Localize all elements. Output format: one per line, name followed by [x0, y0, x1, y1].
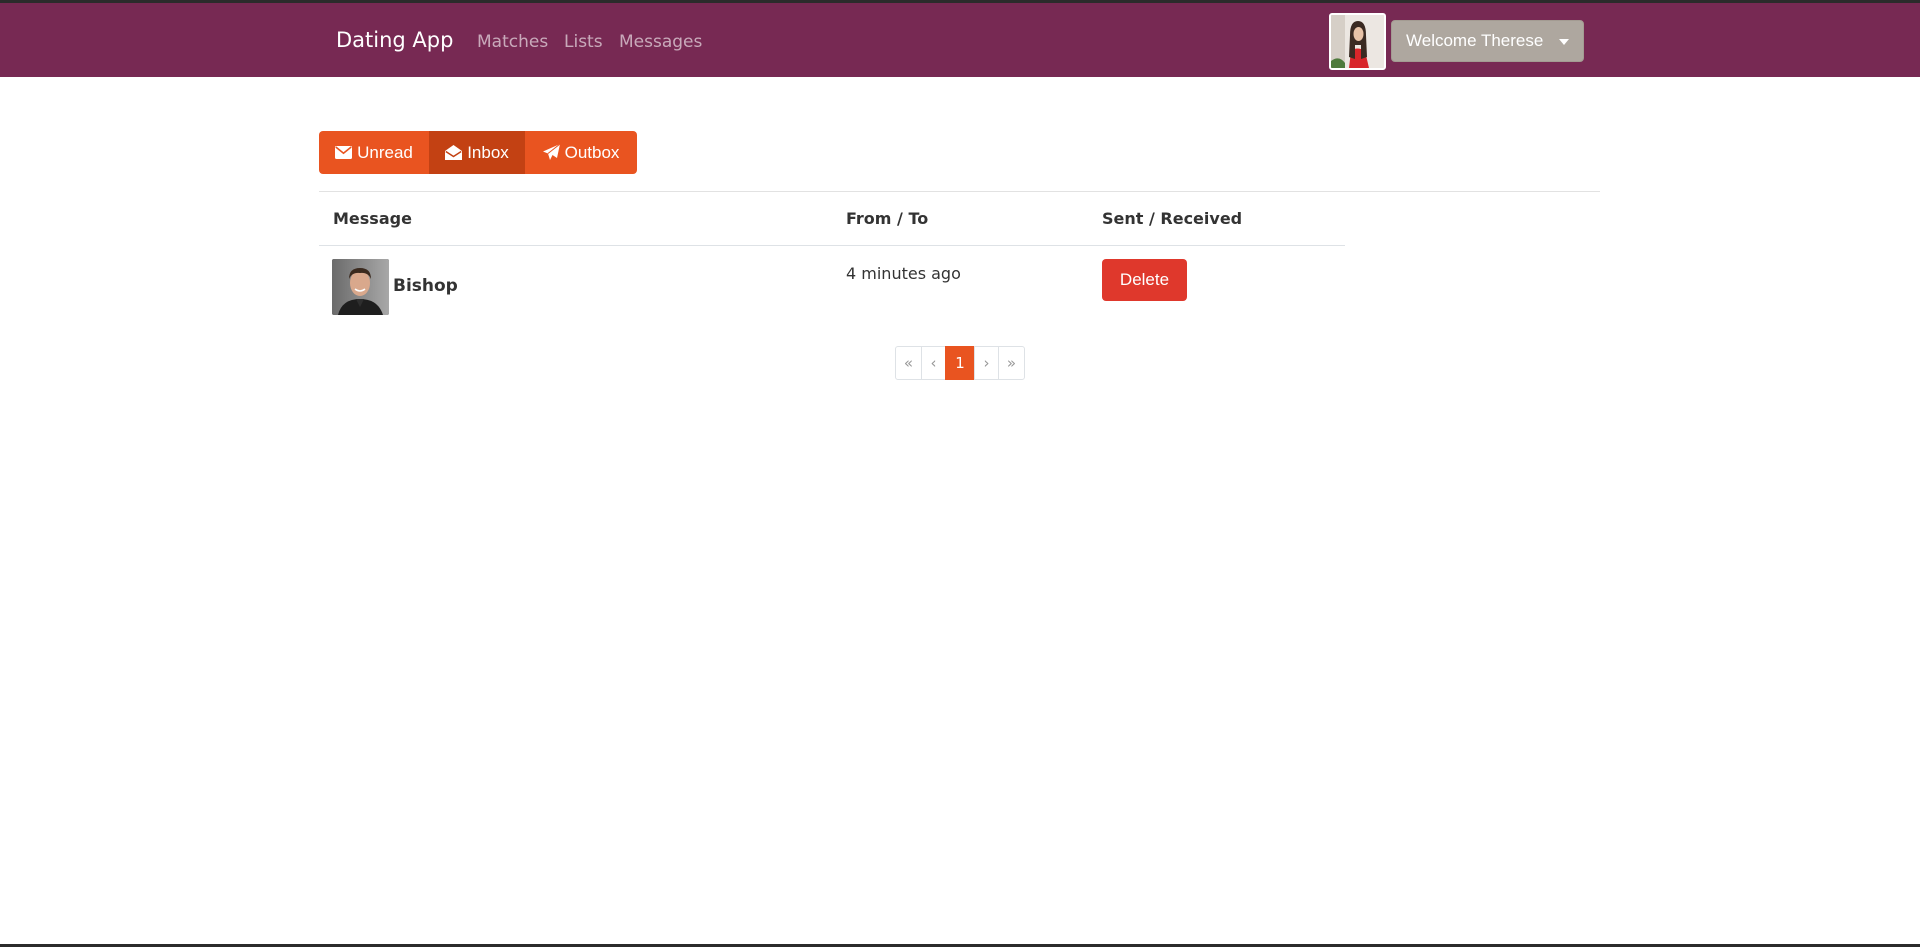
sender-avatar [332, 259, 389, 315]
pagination-previous[interactable]: ‹ [921, 346, 946, 380]
user-avatar [1329, 13, 1386, 70]
table-header-divider [319, 245, 1345, 246]
column-header-from-to: From / To [846, 209, 929, 228]
tab-inbox[interactable]: Inbox [429, 131, 525, 174]
pagination-next[interactable]: › [974, 346, 999, 380]
tab-outbox[interactable]: Outbox [525, 131, 637, 174]
user-avatar-image [1331, 15, 1384, 68]
paper-plane-icon [542, 144, 560, 160]
pagination-page-1[interactable]: 1 [945, 346, 975, 380]
pagination: « ‹ 1 › » [895, 346, 1025, 380]
tab-outbox-label: Outbox [564, 142, 620, 162]
nav-link-lists[interactable]: Lists [564, 32, 603, 52]
pagination-last[interactable]: » [998, 346, 1025, 380]
column-header-message: Message [333, 209, 412, 228]
delete-message-button[interactable]: Delete [1102, 259, 1187, 301]
column-header-sent-received: Sent / Received [1102, 209, 1243, 228]
message-time: 4 minutes ago [846, 264, 961, 283]
pagination-first[interactable]: « [895, 346, 922, 380]
section-divider [319, 191, 1600, 192]
envelope-open-icon [445, 145, 463, 160]
navbar: Dating App Matches Lists Messages Welcom… [0, 3, 1920, 77]
nav-link-matches[interactable]: Matches [477, 32, 548, 52]
tab-inbox-label: Inbox [467, 142, 509, 162]
nav-link-messages[interactable]: Messages [619, 32, 702, 52]
tab-unread[interactable]: Unread [319, 131, 429, 174]
envelope-icon [335, 146, 353, 159]
caret-down-icon [1559, 39, 1569, 45]
sender-avatar-image [332, 259, 389, 315]
brand-link[interactable]: Dating App [336, 28, 453, 52]
tab-unread-label: Unread [357, 142, 413, 162]
message-container-tabs: Unread Inbox Outbox [319, 131, 637, 174]
welcome-label: Welcome Therese [1406, 31, 1544, 50]
sender-name[interactable]: Bishop [393, 276, 458, 296]
welcome-dropdown-button[interactable]: Welcome Therese [1391, 20, 1584, 62]
